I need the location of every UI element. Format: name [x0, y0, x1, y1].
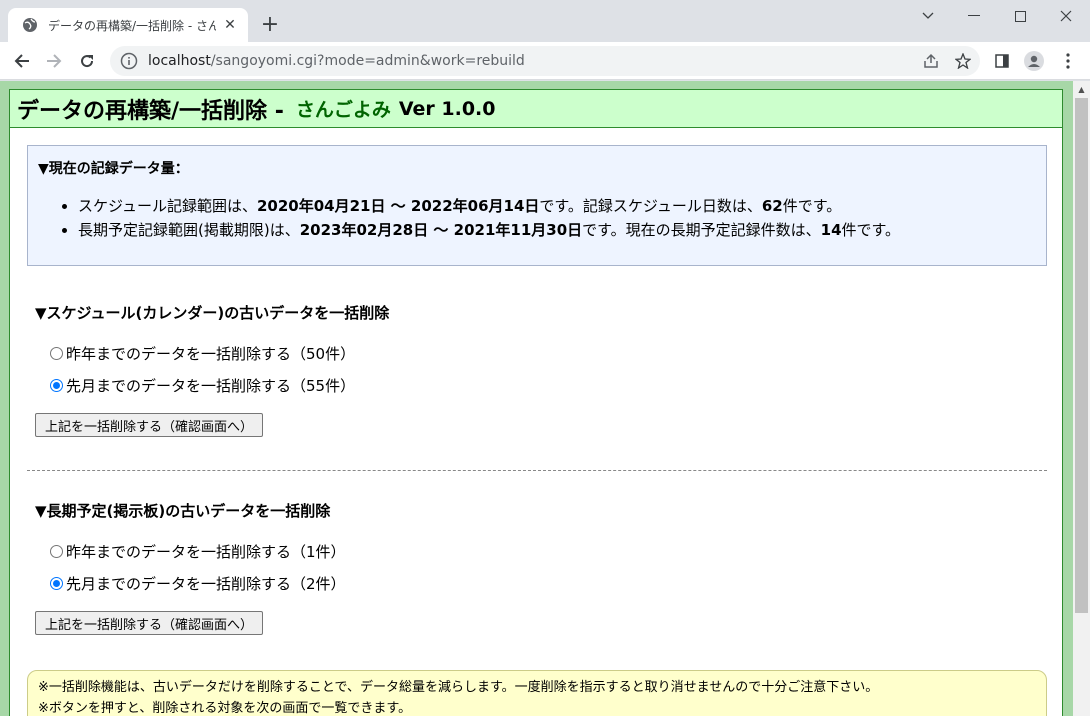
- schedule-range-item: スケジュール記録範囲は、2020年04月21日 ～ 2022年06月14日です。…: [78, 194, 1036, 218]
- data-volume-list: スケジュール記録範囲は、2020年04月21日 ～ 2022年06月14日です。…: [38, 194, 1036, 242]
- scroll-up-arrow-icon[interactable]: ▲: [1073, 81, 1090, 98]
- longterm-option-last-month[interactable]: 先月までのデータを一括削除する（2件）: [50, 573, 346, 594]
- data-volume-box: ▼現在の記録データ量： スケジュール記録範囲は、2020年04月21日 ～ 20…: [27, 145, 1047, 266]
- address-bar[interactable]: localhost/sangoyomi.cgi?mode=admin&work=…: [110, 46, 980, 76]
- notice-box: ※一括削除機能は、古いデータだけを削除することで、データ総量を減らします。一度削…: [27, 670, 1047, 716]
- longterm-option-last-year[interactable]: 昨年までのデータを一括削除する（1件）: [50, 541, 346, 562]
- longterm-range-item: 長期予定記録範囲(掲載期限)は、2023年02月28日 ～ 2021年11月30…: [78, 218, 1036, 242]
- tab-title: データの再構築/一括削除 - さんごよみ: [48, 18, 216, 33]
- close-tab-icon[interactable]: ✕: [222, 17, 238, 33]
- side-panel-icon[interactable]: [991, 50, 1013, 72]
- app-version: Ver 1.0.0: [398, 97, 496, 120]
- radio-label: 先月までのデータを一括削除する（2件）: [66, 575, 346, 593]
- page-content: データの再構築/一括削除 - さんごよみ Ver 1.0.0 ▼現在の記録データ…: [9, 89, 1063, 716]
- schedule-section-title: ▼スケジュール(カレンダー)の古いデータを一括削除: [35, 304, 390, 322]
- url-path: /sangoyomi.cgi?mode=admin&work=rebuild: [210, 53, 525, 69]
- schedule-option-last-year[interactable]: 昨年までのデータを一括削除する（50件）: [50, 343, 355, 364]
- vertical-scrollbar[interactable]: ▲: [1073, 81, 1090, 716]
- tab-strip: データの再構築/一括削除 - さんごよみ ✕ +: [0, 0, 1090, 42]
- new-tab-icon[interactable]: +: [258, 13, 282, 37]
- url-text: localhost/sangoyomi.cgi?mode=admin&work=…: [148, 53, 525, 69]
- url-host: localhost: [148, 53, 211, 69]
- longterm-bulk-delete-button[interactable]: 上記を一括削除する（確認画面へ）: [35, 611, 263, 635]
- page-title: データの再構築/一括削除 -: [17, 98, 284, 124]
- notice-line: ※一括削除機能は、古いデータだけを削除することで、データ総量を減らします。一度削…: [38, 680, 879, 695]
- back-arrow-icon[interactable]: [10, 49, 34, 73]
- longterm-section-title: ▼長期予定(掲示板)の古いデータを一括削除: [35, 502, 331, 520]
- menu-kebab-icon[interactable]: [1057, 50, 1079, 72]
- schedule-option-last-month[interactable]: 先月までのデータを一括削除する（55件）: [50, 375, 355, 396]
- scrollbar-thumb[interactable]: [1075, 98, 1088, 613]
- minimize-icon[interactable]: [951, 0, 997, 32]
- share-icon[interactable]: [920, 50, 942, 72]
- data-volume-title: ▼現在の記録データ量：: [38, 161, 189, 177]
- radio-label: 先月までのデータを一括削除する（55件）: [66, 377, 356, 395]
- globe-icon: [23, 18, 37, 32]
- section-divider: [27, 470, 1047, 471]
- maximize-icon[interactable]: [997, 0, 1043, 32]
- close-window-icon[interactable]: [1043, 0, 1089, 32]
- tab-search-icon[interactable]: [905, 0, 951, 32]
- browser-tab[interactable]: データの再構築/一括削除 - さんごよみ ✕: [8, 8, 248, 42]
- forward-arrow-icon[interactable]: [42, 49, 66, 73]
- profile-avatar-icon[interactable]: [1023, 50, 1045, 72]
- radio-longterm-last-year[interactable]: [50, 545, 63, 558]
- radio-label: 昨年までのデータを一括削除する（50件）: [66, 345, 356, 363]
- info-icon[interactable]: [120, 52, 138, 70]
- page-viewport: データの再構築/一括削除 - さんごよみ Ver 1.0.0 ▼現在の記録データ…: [0, 81, 1090, 716]
- reload-icon[interactable]: [75, 49, 99, 73]
- schedule-bulk-delete-button[interactable]: 上記を一括削除する（確認画面へ）: [35, 413, 263, 437]
- radio-schedule-last-year[interactable]: [50, 347, 63, 360]
- page-header: データの再構築/一括削除 - さんごよみ Ver 1.0.0: [10, 90, 1062, 128]
- app-name: さんごよみ: [295, 99, 391, 121]
- radio-longterm-last-month[interactable]: [50, 577, 63, 590]
- toolbar: localhost/sangoyomi.cgi?mode=admin&work=…: [0, 42, 1090, 80]
- radio-schedule-last-month[interactable]: [50, 379, 63, 392]
- bookmark-star-icon[interactable]: [952, 50, 974, 72]
- notice-line: ※ボタンを押すと、削除される対象を次の画面で一覧できます。: [38, 701, 412, 716]
- radio-label: 昨年までのデータを一括削除する（1件）: [66, 543, 346, 561]
